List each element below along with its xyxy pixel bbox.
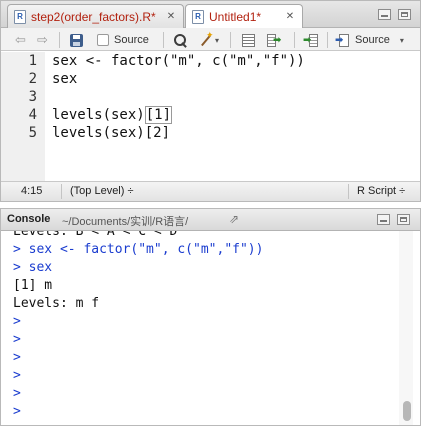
status-divider bbox=[348, 184, 349, 199]
back-button[interactable]: ⇦ bbox=[15, 32, 26, 48]
minimize-pane-button[interactable] bbox=[378, 9, 391, 20]
maximize-pane-button[interactable] bbox=[397, 214, 410, 225]
tab-label: step2(order_factors).R* bbox=[31, 9, 156, 24]
code-line[interactable]: levels(sex)[1] bbox=[52, 106, 173, 124]
source-on-save-label: Source bbox=[114, 34, 149, 46]
console-prompt: > bbox=[13, 386, 21, 401]
source-editor-pane: R step2(order_factors).R* ✕ R Untitled1*… bbox=[0, 0, 421, 202]
toolbar-divider bbox=[294, 32, 295, 48]
find-replace-button[interactable] bbox=[174, 32, 187, 48]
save-button[interactable] bbox=[70, 32, 83, 48]
console-line: > sex <- factor("m", c("m","f")) bbox=[13, 242, 264, 257]
maximize-pane-button[interactable] bbox=[398, 9, 411, 20]
chevron-down-icon[interactable]: ▾ bbox=[400, 36, 404, 45]
editor-toolbar: ⇦ ⇨ Source ▾ ➡ ➡ ➡ Source ▾ bbox=[1, 28, 420, 51]
search-icon bbox=[174, 33, 187, 47]
tab-label: Untitled1* bbox=[209, 10, 262, 24]
console-line: [1] m bbox=[13, 278, 53, 293]
run-lines-button[interactable]: ➡ bbox=[267, 32, 284, 48]
line-number: 2 bbox=[28, 71, 37, 87]
scope-selector[interactable]: (Top Level) ÷ bbox=[70, 185, 134, 197]
r-file-icon: R bbox=[192, 10, 204, 24]
line-number: 1 bbox=[28, 53, 37, 69]
toolbar-divider bbox=[327, 32, 328, 48]
notebook-icon bbox=[242, 33, 255, 47]
r-file-icon: R bbox=[14, 9, 26, 24]
toolbar-divider bbox=[163, 32, 164, 48]
console-prompt: > bbox=[13, 368, 21, 383]
status-divider bbox=[61, 184, 62, 199]
console-pane: Console ~/Documents/实训/R语言/ ⇗ Levels: B … bbox=[0, 208, 421, 426]
bracket-match-highlight: [1] bbox=[144, 106, 173, 124]
console-scrollbar[interactable] bbox=[399, 231, 413, 425]
code-line[interactable]: sex <- factor("m", c("m","f")) bbox=[52, 52, 305, 70]
minimize-pane-button[interactable] bbox=[377, 214, 390, 225]
console-header: Console ~/Documents/实训/R语言/ ⇗ bbox=[1, 209, 420, 231]
console-line: Levels: m f bbox=[13, 296, 100, 311]
console-title: Console bbox=[7, 213, 51, 225]
console-input-prompt[interactable]: > bbox=[13, 403, 21, 421]
line-number: 4 bbox=[28, 107, 37, 123]
console-line: > sex bbox=[13, 260, 53, 275]
run-line-icon: ➡ bbox=[267, 33, 284, 47]
code-line[interactable]: levels(sex)[2] bbox=[52, 124, 170, 142]
rerun-button[interactable]: ➡ bbox=[303, 32, 320, 48]
code-tools-button[interactable]: ▾ bbox=[199, 30, 220, 48]
console-prompt: > bbox=[13, 314, 21, 329]
toolbar-divider bbox=[59, 32, 60, 48]
save-icon bbox=[70, 33, 83, 47]
source-file-icon: ➡ bbox=[335, 33, 351, 47]
console-scrollbar-thumb[interactable] bbox=[403, 401, 411, 421]
toolbar-divider bbox=[230, 32, 231, 48]
source-on-save-toggle[interactable]: Source bbox=[97, 32, 149, 48]
editor-status-bar: 4:15 (Top Level) ÷ R Script ÷ bbox=[1, 181, 420, 201]
source-on-save-checkbox[interactable] bbox=[97, 34, 109, 46]
code-editor[interactable]: 1 sex <- factor("m", c("m","f")) 2 sex 3… bbox=[1, 52, 420, 181]
tab-untitled1[interactable]: R Untitled1* ✕ bbox=[185, 4, 303, 29]
compile-notebook-button[interactable] bbox=[242, 32, 255, 48]
console-line: Levels: B < A < C < D bbox=[13, 231, 178, 239]
console-prompt: > bbox=[13, 350, 21, 365]
line-number: 5 bbox=[28, 125, 37, 141]
source-button[interactable]: ➡ Source ▾ bbox=[335, 32, 404, 48]
filetype-selector[interactable]: R Script ÷ bbox=[357, 185, 405, 197]
tab-step2-order-factors[interactable]: R step2(order_factors).R* ✕ bbox=[7, 4, 184, 28]
forward-button[interactable]: ⇨ bbox=[37, 32, 48, 48]
cursor-position: 4:15 bbox=[21, 185, 43, 197]
console-prompt: > bbox=[13, 332, 21, 347]
go-to-directory-icon[interactable]: ⇗ bbox=[229, 212, 239, 226]
editor-tab-bar: R step2(order_factors).R* ✕ R Untitled1*… bbox=[1, 1, 420, 29]
chevron-down-icon: ▾ bbox=[215, 35, 220, 45]
close-icon[interactable]: ✕ bbox=[165, 11, 177, 23]
arrow-left-icon: ⇦ bbox=[15, 32, 26, 47]
magic-wand-icon bbox=[199, 30, 214, 47]
arrow-right-icon: ⇨ bbox=[37, 32, 48, 47]
rerun-icon: ➡ bbox=[303, 33, 320, 47]
source-button-label: Source bbox=[355, 34, 390, 46]
code-text: levels(sex) bbox=[52, 107, 145, 123]
close-icon[interactable]: ✕ bbox=[284, 11, 296, 23]
code-line[interactable]: sex bbox=[52, 70, 77, 88]
console-output[interactable]: Levels: B < A < C < D > sex <- factor("m… bbox=[1, 231, 420, 425]
line-number: 3 bbox=[28, 89, 37, 105]
working-directory-path: ~/Documents/实训/R语言/ bbox=[62, 216, 189, 228]
